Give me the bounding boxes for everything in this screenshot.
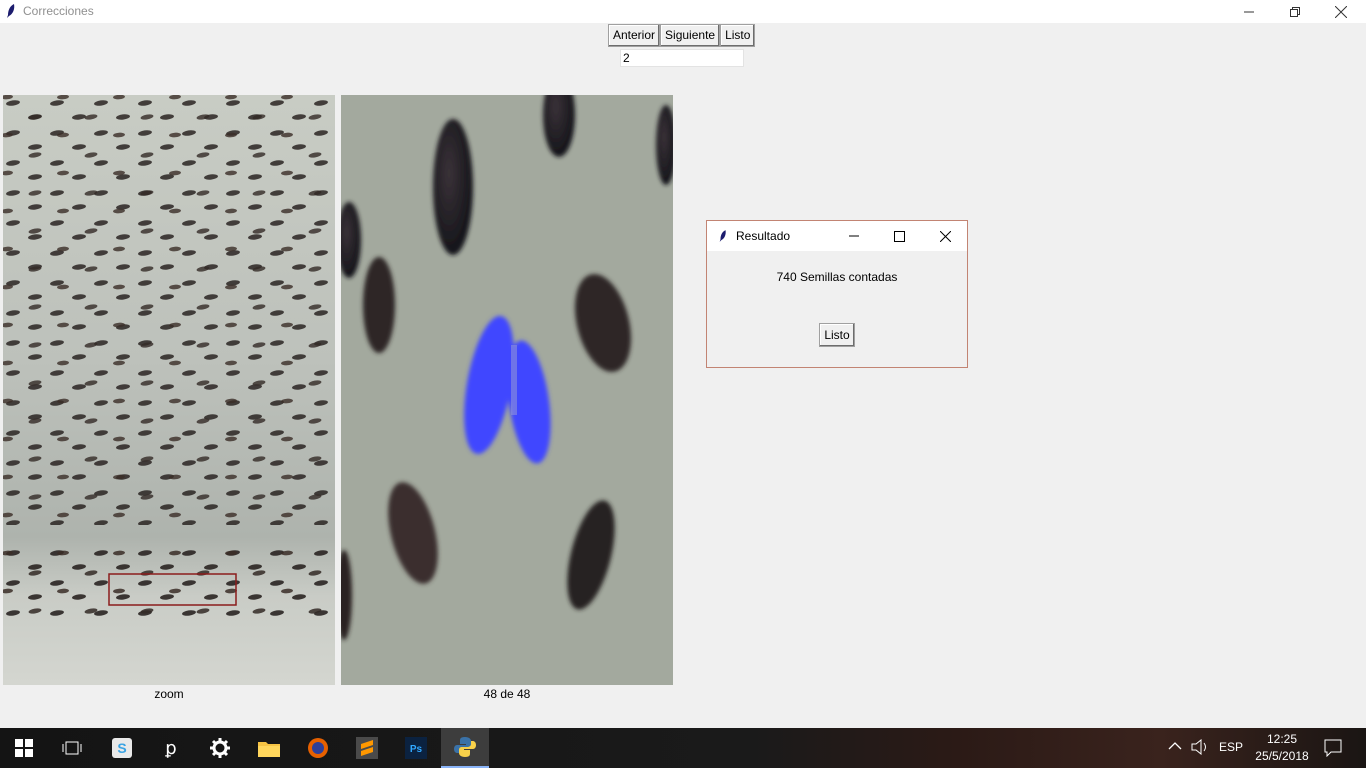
tray-chevron[interactable]	[1168, 740, 1182, 754]
feather-icon	[719, 230, 726, 242]
seed-zoom-svg	[341, 95, 673, 685]
dialog-close-button[interactable]	[928, 221, 962, 251]
dialog-message: 740 Semillas contadas	[776, 270, 898, 284]
clock-date[interactable]: 25/5/2018	[1250, 749, 1314, 763]
notification-icon	[1324, 739, 1342, 758]
close-icon	[939, 230, 951, 242]
index-input[interactable]: 2	[620, 49, 744, 67]
taskbar-firefox[interactable]	[294, 728, 342, 768]
taskbar-slack[interactable]: S	[98, 728, 146, 768]
minimize-button[interactable]	[1226, 0, 1272, 23]
taskbar-sublime-text[interactable]	[343, 728, 391, 768]
title-bar: Correcciones	[0, 0, 1366, 23]
taskbar-file-explorer[interactable]	[245, 728, 293, 768]
dialog-ok-button[interactable]: Listo	[819, 323, 855, 347]
restore-icon	[1290, 6, 1300, 17]
slack-icon: S	[112, 738, 132, 758]
taskbar-python[interactable]	[441, 728, 489, 768]
dialog-title-bar: Resultado	[707, 221, 967, 251]
photoshop-icon: Ps	[405, 737, 427, 759]
task-view-icon	[62, 741, 82, 755]
result-dialog: Resultado 740 Semillas contadas Listo	[706, 220, 968, 368]
previous-button[interactable]: Anterior	[608, 24, 661, 47]
window-title: Correcciones	[23, 4, 94, 18]
navigation-toolbar: Anterior Siguiente Listo	[608, 24, 756, 47]
volume-button[interactable]	[1191, 738, 1209, 758]
sublime-text-icon	[356, 737, 378, 759]
done-button[interactable]: Listo	[720, 24, 756, 47]
clock-time[interactable]: 12:25	[1250, 732, 1314, 746]
maximize-icon	[893, 230, 905, 242]
language-indicator[interactable]: ESP	[1218, 740, 1244, 754]
next-button[interactable]: Siguiente	[660, 24, 721, 47]
taskbar-photoshop[interactable]: Ps	[392, 728, 440, 768]
svg-text:S: S	[117, 740, 126, 756]
overview-image[interactable]	[3, 95, 335, 685]
pycharm-icon: ꝑ	[164, 738, 176, 758]
start-icon	[15, 739, 33, 757]
settings-icon	[210, 738, 230, 758]
minimize-icon	[849, 235, 859, 237]
dialog-maximize-button[interactable]	[882, 221, 916, 251]
right-caption: 48 de 48	[483, 687, 531, 701]
svg-text:Ps: Ps	[410, 744, 423, 755]
dialog-minimize-button[interactable]	[837, 221, 871, 251]
action-center-button[interactable]	[1324, 739, 1342, 760]
close-icon	[1335, 5, 1347, 18]
start-button[interactable]	[0, 728, 48, 768]
firefox-icon	[308, 738, 328, 758]
taskbar-pycharm[interactable]: ꝑ	[147, 728, 195, 768]
close-button[interactable]	[1318, 0, 1364, 23]
chevron-up-icon	[1168, 742, 1182, 750]
python-icon	[454, 737, 476, 757]
volume-icon	[1191, 738, 1206, 756]
restore-button[interactable]	[1272, 0, 1318, 23]
minimize-icon	[1244, 11, 1254, 12]
zoom-image[interactable]	[341, 95, 673, 685]
taskbar: S ꝑ Ps ESP 12:25 25/5/2018	[0, 728, 1366, 768]
file-explorer-icon	[258, 742, 280, 757]
feather-icon	[7, 4, 15, 18]
left-caption: zoom	[154, 687, 184, 701]
taskbar-settings[interactable]	[196, 728, 244, 768]
svg-text:ꝑ: ꝑ	[164, 738, 176, 758]
dialog-title: Resultado	[736, 229, 791, 243]
task-view-button[interactable]	[48, 728, 96, 768]
seed-overview-svg	[3, 95, 335, 685]
